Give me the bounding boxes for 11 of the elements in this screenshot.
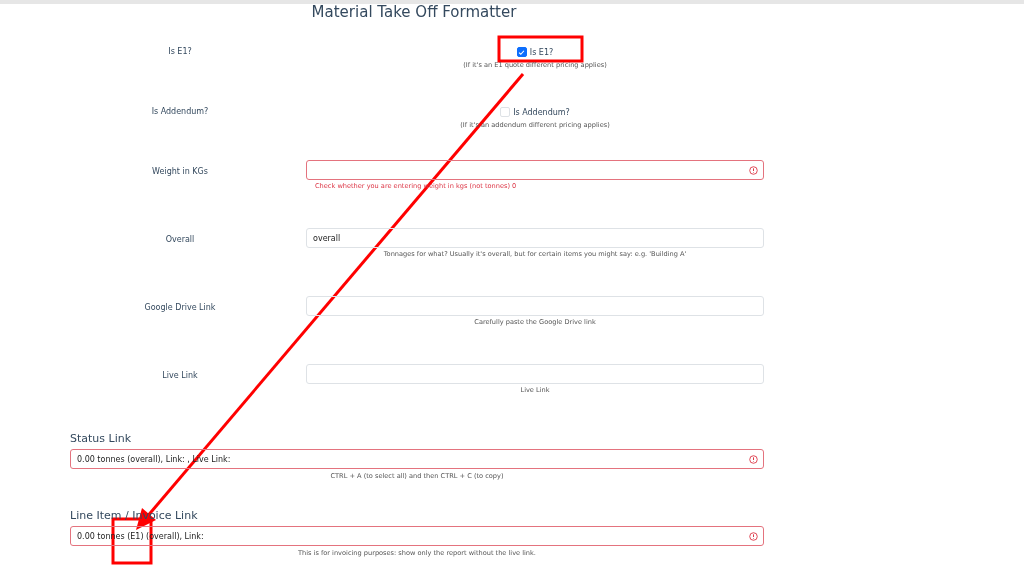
field-label: Is E1? [167, 46, 193, 58]
field-label: Is Addendum? [150, 106, 210, 118]
page-title: Material Take Off Formatter [310, 4, 518, 23]
checkbox-label: Is Addendum? [513, 107, 570, 117]
section-heading: Status Link [70, 432, 133, 447]
field-label: Weight in KGs [151, 166, 209, 178]
field-label: Google Drive Link [143, 302, 217, 314]
text-field[interactable]: overall [306, 228, 764, 248]
field-label: Live Link [161, 370, 199, 382]
checkbox-label: Is E1? [529, 47, 554, 57]
field-label: Overall [164, 234, 196, 246]
